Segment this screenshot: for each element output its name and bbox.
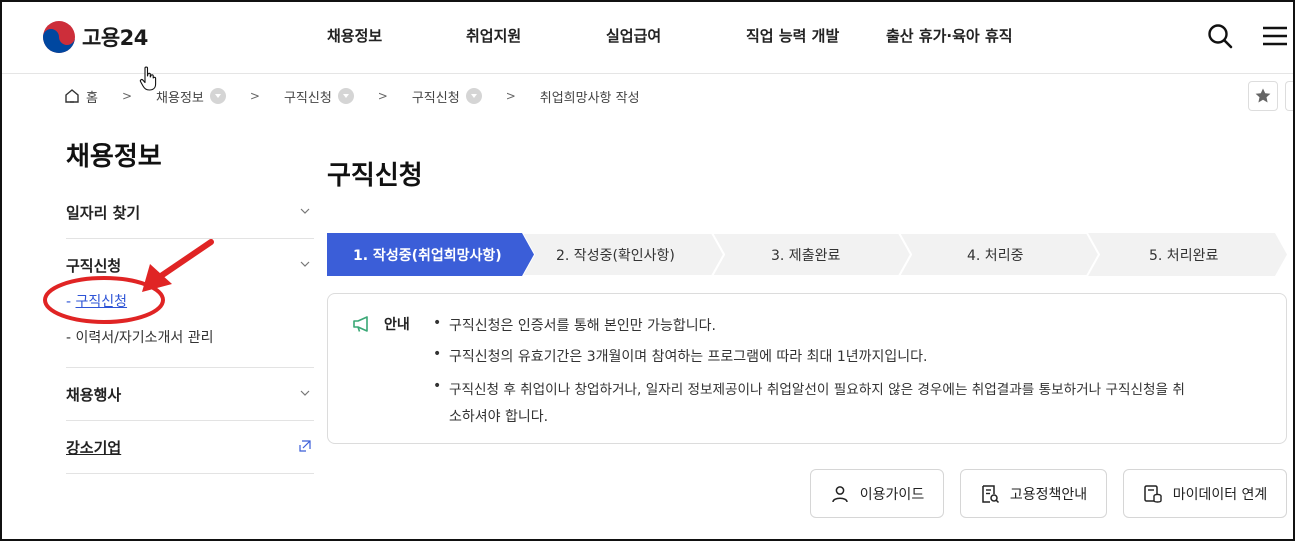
sidebar-item-job-application[interactable]: 구직신청 bbox=[66, 255, 314, 276]
sidebar-item-label: 구직신청 bbox=[66, 257, 122, 275]
home-icon bbox=[65, 89, 79, 103]
user-guide-button[interactable]: 이용가이드 bbox=[810, 469, 944, 518]
mydata-link-button[interactable]: 마이데이터 연계 bbox=[1123, 469, 1287, 518]
nav-item-unemployment-benefit[interactable]: 실업급여 bbox=[606, 25, 661, 46]
subitem-prefix: - bbox=[66, 294, 76, 310]
divider bbox=[66, 367, 314, 368]
notice-box: 안내 • 구직신청은 인증서를 통해 본인만 가능합니다. • 구직신청의 유효… bbox=[327, 293, 1287, 444]
site-header: 고용24 채용정보 취업지원 실업급여 직업 능력 개발 출산 휴가·육아 휴직 bbox=[0, 0, 1295, 74]
step-4-label: 4. 처리중 bbox=[967, 248, 1024, 264]
page-title: 구직신청 bbox=[327, 161, 423, 191]
step-1-label: 1. 작성중(취업희망사항) bbox=[353, 248, 502, 264]
logo-text: 고용24 bbox=[82, 26, 148, 50]
bullet-text: 구직신청 후 취업이나 창업하거나, 일자리 정보제공이나 취업알선이 필요하지… bbox=[449, 382, 1185, 398]
step-5-label: 5. 처리완료 bbox=[1149, 248, 1219, 264]
search-icon[interactable] bbox=[1206, 22, 1234, 50]
bullet-dot: • bbox=[433, 346, 442, 362]
megaphone-icon bbox=[353, 316, 368, 332]
subitem-label: - 이력서/자기소개서 관리 bbox=[66, 330, 214, 346]
nav-item-employment-support[interactable]: 취업지원 bbox=[466, 25, 521, 46]
dropdown-circle-icon[interactable] bbox=[337, 88, 354, 104]
dropdown-circle-icon[interactable] bbox=[465, 88, 482, 104]
chevron-right-icon: > bbox=[505, 89, 516, 103]
sidebar-title: 채용정보 bbox=[66, 142, 162, 172]
nav-item-recruit-info[interactable]: 채용정보 bbox=[327, 25, 382, 46]
breadcrumb-item-2[interactable]: 구직신청 bbox=[284, 87, 354, 106]
divider bbox=[66, 473, 314, 474]
person-icon bbox=[832, 485, 848, 502]
chevron-down-icon bbox=[300, 390, 310, 396]
bookmark-button[interactable] bbox=[1248, 81, 1278, 111]
divider bbox=[66, 420, 314, 421]
progress-steps: 1. 작성중(취업희망사항) 2. 작성중(확인사항) 3. 제출완료 4. 처… bbox=[327, 233, 1287, 276]
sidebar-item-small-giant[interactable]: 강소기업 bbox=[66, 437, 314, 458]
breadcrumb-current: 취업희망사항 작성 bbox=[540, 87, 640, 106]
sidebar-item-label: 강소기업 bbox=[66, 439, 122, 457]
button-label: 이용가이드 bbox=[859, 486, 925, 503]
chevron-right-icon: > bbox=[121, 89, 133, 103]
document-search-icon bbox=[982, 484, 999, 503]
sidebar-subitem-job-application[interactable]: - 구직신청 bbox=[66, 291, 127, 311]
breadcrumb-label: 구직신청 bbox=[283, 90, 332, 106]
subitem-label: 구직신청 bbox=[75, 294, 128, 310]
sidebar-item-recruit-event[interactable]: 채용행사 bbox=[66, 384, 314, 405]
taegeuk-logo-icon bbox=[43, 21, 75, 53]
breadcrumb-item-1[interactable]: 채용정보 bbox=[156, 87, 226, 106]
notice-heading: 안내 bbox=[384, 317, 410, 333]
breadcrumb-home-label: 홈 bbox=[86, 90, 98, 106]
chevron-down-icon bbox=[300, 261, 310, 267]
breadcrumb-label: 채용정보 bbox=[156, 90, 204, 106]
nav-item-parental-leave[interactable]: 출산 휴가·육아 휴직 bbox=[886, 25, 1013, 46]
mydata-icon bbox=[1143, 484, 1162, 503]
chevron-down-icon bbox=[300, 208, 310, 214]
breadcrumb-item-3[interactable]: 구직신청 bbox=[412, 87, 482, 106]
sidebar-subitem-resume[interactable]: - 이력서/자기소개서 관리 bbox=[66, 327, 213, 347]
button-label: 고용정책안내 bbox=[1009, 486, 1088, 503]
chevron-right-icon: > bbox=[249, 89, 260, 103]
bullet-text: 구직신청의 유효기간은 3개월이며 참여하는 프로그램에 따라 최대 1년까지입… bbox=[449, 349, 928, 365]
share-button[interactable] bbox=[1285, 81, 1295, 111]
bullet-continuation: 소하셔야 합니다. bbox=[449, 409, 549, 425]
breadcrumb-label: 취업희망사항 작성 bbox=[539, 90, 640, 106]
bullet-text: 구직신청은 인증서를 통해 본인만 가능합니다. bbox=[449, 318, 716, 334]
divider bbox=[66, 238, 314, 239]
step-2-label: 2. 작성중(확인사항) bbox=[556, 248, 675, 264]
bullet-dot: • bbox=[433, 378, 442, 394]
site-logo[interactable]: 고용24 bbox=[42, 20, 148, 54]
nav-item-skill-development[interactable]: 직업 능력 개발 bbox=[746, 25, 839, 46]
sidebar-item-label: 일자리 찾기 bbox=[66, 204, 141, 222]
star-icon bbox=[1255, 88, 1271, 103]
breadcrumb-home[interactable]: 홈 bbox=[64, 87, 98, 106]
hamburger-menu-icon[interactable] bbox=[1261, 22, 1289, 50]
chevron-right-icon: > bbox=[377, 89, 388, 103]
dropdown-circle-icon[interactable] bbox=[209, 88, 226, 104]
hand-cursor-icon bbox=[139, 66, 157, 91]
sidebar-item-label: 채용행사 bbox=[66, 386, 122, 404]
sidebar-item-job-search[interactable]: 일자리 찾기 bbox=[66, 202, 314, 223]
external-link-icon bbox=[299, 440, 311, 452]
bullet-dot: • bbox=[433, 315, 442, 331]
step-3-label: 3. 제출완료 bbox=[771, 248, 841, 264]
button-label: 마이데이터 연계 bbox=[1172, 486, 1268, 503]
policy-guide-button[interactable]: 고용정책안내 bbox=[960, 469, 1107, 518]
breadcrumb-label: 구직신청 bbox=[411, 90, 460, 106]
